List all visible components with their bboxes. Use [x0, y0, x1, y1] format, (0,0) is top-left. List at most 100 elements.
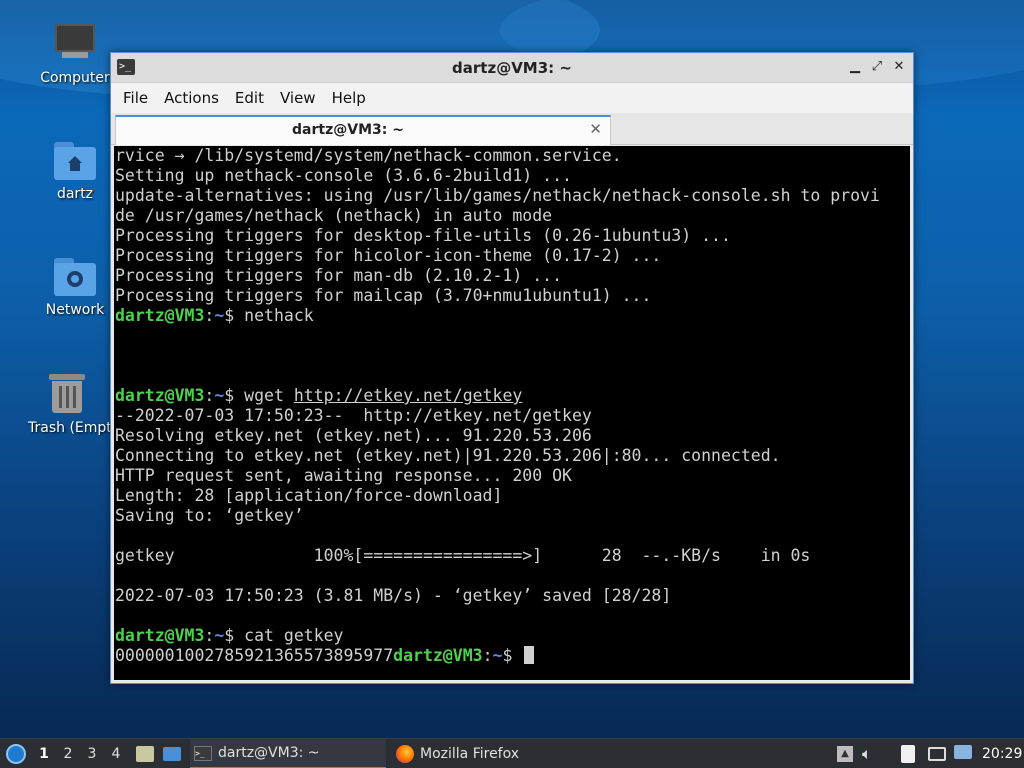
update-notifier-button[interactable] [952, 739, 974, 768]
file-manager-launcher[interactable] [134, 739, 156, 768]
output-text: --2022-07-03 17:50:23-- http://etkey.net… [115, 406, 592, 425]
menu-file[interactable]: File [115, 85, 156, 111]
prompt-separator: : [482, 646, 493, 665]
desktop-icon-trash[interactable]: Trash (Empty) [22, 372, 112, 436]
workspace-4[interactable]: 4 [105, 739, 127, 768]
tab-close-icon[interactable]: ✕ [589, 120, 602, 138]
monitor-icon [54, 22, 96, 64]
terminal-line: 0000001002785921365573895977dartz@VM3:~$ [115, 646, 910, 666]
speaker-icon: 🔈︎ [862, 744, 872, 763]
terminal-line: update-alternatives: using /usr/lib/game… [115, 186, 910, 206]
terminal-line: Setting up nethack-console (3.6.6-2build… [115, 166, 910, 186]
prompt-user: dartz@VM3 [393, 646, 483, 665]
output-text: Setting up nethack-console (3.6.6-2build… [115, 166, 572, 185]
terminal-line: 2022-07-03 17:50:23 (3.81 MB/s) - ‘getke… [115, 586, 910, 606]
workspace-2[interactable]: 2 [57, 739, 79, 768]
output-text: Saving to: ‘getkey’ [115, 506, 304, 525]
prompt-sign: $ [224, 386, 245, 405]
task-terminal[interactable]: >_ dartz@VM3: ~ [190, 739, 386, 768]
prompt-user: dartz@VM3 [115, 626, 205, 645]
clipboard-icon [901, 745, 915, 763]
prompt-user: dartz@VM3 [115, 306, 205, 325]
output-text: Resolving etkey.net (etkey.net)... 91.22… [115, 426, 592, 445]
desktop-icon [163, 747, 181, 761]
menu-help[interactable]: Help [324, 85, 374, 111]
title-bar[interactable]: >_ dartz@VM3: ~ ▁ ⤢ ✕ [111, 53, 913, 83]
network-icon [928, 747, 946, 761]
output-text: 0000001002785921365573895977 [115, 646, 394, 665]
home-folder-icon [54, 142, 96, 180]
prompt-separator: : [204, 626, 215, 645]
output-text: Processing triggers for desktop-file-uti… [115, 226, 731, 245]
network-folder-icon [54, 258, 96, 296]
file-manager-icon [136, 746, 154, 762]
desktop-icon-label: Trash (Empty) [28, 420, 112, 436]
network-tray-button[interactable] [926, 739, 948, 768]
terminal-line: Processing triggers for man-db (2.10.2-1… [115, 266, 910, 286]
clipboard-button[interactable] [898, 739, 920, 768]
prompt-path: ~ [214, 306, 225, 325]
tray-up-arrow-button[interactable]: ▲ [836, 739, 854, 768]
terminal-line: de /usr/games/nethack (nethack) in auto … [115, 206, 910, 226]
menu-bar: File Actions Edit View Help [111, 83, 913, 113]
url-link[interactable]: http://etkey.net/getkey [294, 386, 522, 405]
terminal-window[interactable]: >_ dartz@VM3: ~ ▁ ⤢ ✕ File Actions Edit … [110, 52, 914, 684]
terminal-line: getkey 100%[================>] 28 --.-KB… [115, 546, 910, 566]
terminal-line: Processing triggers for hicolor-icon-the… [115, 246, 910, 266]
lubuntu-logo-icon [6, 744, 26, 764]
prompt-sign: $ [224, 306, 245, 325]
monitor-alert-icon [954, 745, 972, 759]
output-text: Length: 28 [application/force-download] [115, 486, 503, 505]
prompt-user: dartz@VM3 [115, 386, 205, 405]
tab-bar: dartz@VM3: ~ ✕ [111, 113, 913, 145]
prompt-path: ~ [492, 646, 503, 665]
menu-edit[interactable]: Edit [227, 85, 272, 111]
output-text: rvice → /lib/systemd/system/nethack-comm… [115, 146, 622, 165]
workspace-3[interactable]: 3 [81, 739, 103, 768]
terminal-line: HTTP request sent, awaiting response... … [115, 466, 910, 486]
output-text: Processing triggers for man-db (2.10.2-1… [115, 266, 563, 285]
terminal-line: Processing triggers for mailcap (3.70+nm… [115, 286, 910, 306]
task-firefox[interactable]: Mozilla Firefox [392, 739, 592, 768]
terminal-line: Resolving etkey.net (etkey.net)... 91.22… [115, 426, 910, 446]
task-label: dartz@VM3: ~ [218, 745, 320, 761]
start-menu-button[interactable] [4, 739, 28, 768]
terminal-line: dartz@VM3:~$ wget http://etkey.net/getke… [115, 386, 910, 406]
maximize-button[interactable]: ⤢ [869, 59, 885, 75]
close-button[interactable]: ✕ [891, 59, 907, 75]
output-text: 2022-07-03 17:50:23 (3.81 MB/s) - ‘getke… [115, 586, 672, 605]
menu-actions[interactable]: Actions [156, 85, 227, 111]
prompt-sign: $ [502, 646, 523, 665]
output-text: Connecting to etkey.net (etkey.net)|91.2… [115, 446, 781, 465]
prompt-path: ~ [214, 386, 225, 405]
output-text: de /usr/games/nethack (nethack) in auto … [115, 206, 553, 225]
tab-terminal[interactable]: dartz@VM3: ~ ✕ [115, 115, 611, 145]
firefox-icon [396, 745, 414, 763]
show-desktop-button[interactable] [161, 739, 183, 768]
taskbar: 1 2 3 4 >_ dartz@VM3: ~ Mozilla Firefox … [0, 738, 1024, 768]
minimize-button[interactable]: ▁ [847, 59, 863, 75]
workspace-1[interactable]: 1 [33, 739, 55, 768]
window-title: dartz@VM3: ~ [452, 59, 572, 77]
terminal-line: Processing triggers for desktop-file-uti… [115, 226, 910, 246]
terminal-line: rvice → /lib/systemd/system/nethack-comm… [115, 146, 910, 166]
terminal-output[interactable]: rvice → /lib/systemd/system/nethack-comm… [114, 146, 910, 680]
text-cursor [524, 646, 535, 664]
output-text: Processing triggers for mailcap (3.70+nm… [115, 286, 652, 305]
trash-icon [49, 372, 85, 414]
command-text: nethack [244, 306, 314, 325]
menu-view[interactable]: View [272, 85, 324, 111]
output-text: update-alternatives: using /usr/lib/game… [115, 186, 880, 205]
terminal-line: --2022-07-03 17:50:23-- http://etkey.net… [115, 406, 910, 426]
up-arrow-icon: ▲ [837, 746, 853, 762]
volume-button[interactable]: 🔈︎ [862, 739, 884, 768]
terminal-line: dartz@VM3:~$ nethack [115, 306, 910, 326]
terminal-icon: >_ [194, 745, 212, 761]
terminal-line: dartz@VM3:~$ cat getkey [115, 626, 910, 646]
terminal-line: Connecting to etkey.net (etkey.net)|91.2… [115, 446, 910, 466]
command-text: wget [244, 386, 294, 405]
clock[interactable]: 20:29 [982, 739, 1022, 768]
